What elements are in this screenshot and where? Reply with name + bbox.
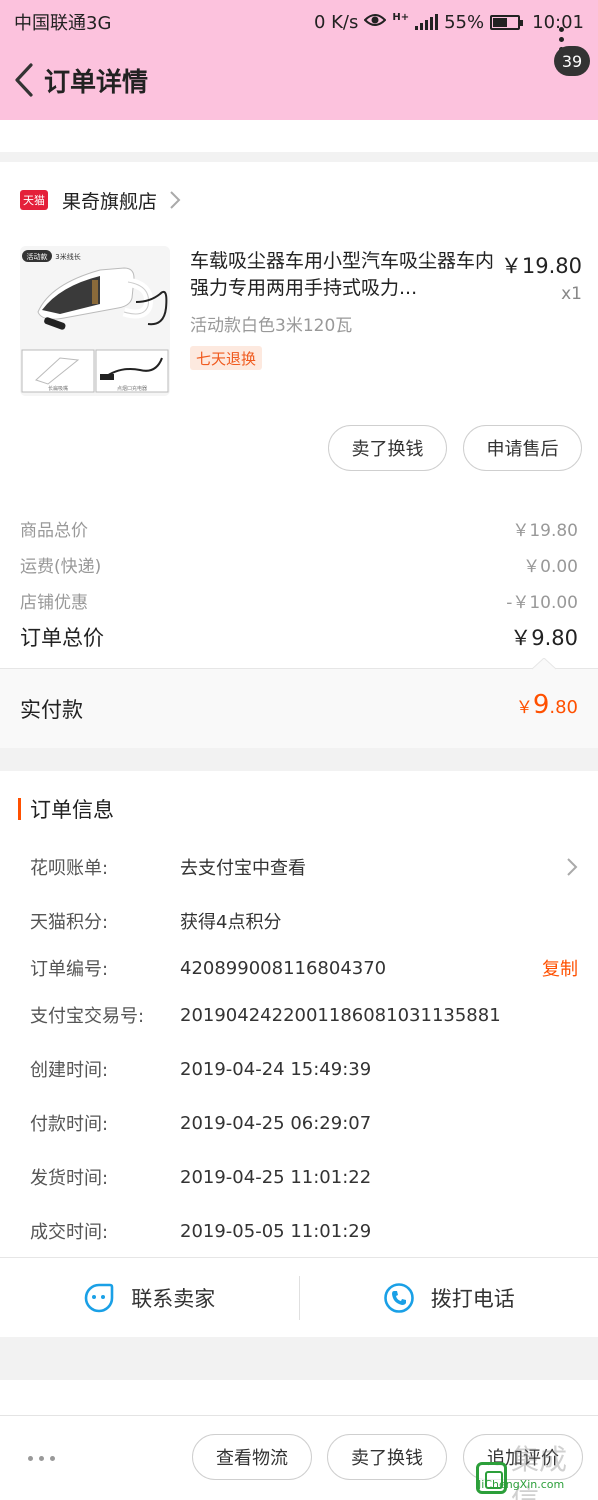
info-label: 付款时间: — [30, 1114, 109, 1135]
info-label: 创建时间: — [30, 1060, 109, 1081]
signal-icon — [415, 14, 439, 30]
shipping-value: ￥0.00 — [523, 557, 578, 577]
shop-name: 果奇旗舰店 — [62, 190, 158, 213]
paid-amount: ￥ 9 .80 — [516, 690, 578, 720]
paid-currency: ￥ — [515, 698, 533, 718]
tmall-logo: 天猫 — [20, 190, 48, 210]
order-number-value: 420899008116804370 — [180, 957, 387, 979]
sell-item-button[interactable]: 卖了换钱 — [328, 425, 447, 471]
huabei-row[interactable]: 花呗账单: 去支付宝中查看 — [30, 854, 578, 880]
nav-bar: 订单详情 — [0, 52, 598, 108]
status-bar: 中国联通3G 0 K/s H+ 55% 10:01 — [14, 8, 584, 36]
chevron-right-icon — [170, 191, 181, 209]
points-row: 天猫积分: 获得4点积分 — [30, 908, 578, 934]
bottom-sell-button[interactable]: 卖了换钱 — [327, 1434, 447, 1480]
discount-value: -￥10.00 — [506, 593, 578, 613]
paid-amount-band — [0, 668, 598, 748]
chat-icon — [84, 1283, 114, 1312]
product-name[interactable]: 车载吸尘器车用小型汽车吸尘器车内强力专用两用手持式吸力... — [190, 248, 495, 302]
accessory-2-label: 点烟口充电器 — [117, 385, 147, 392]
copy-button[interactable]: 复制 — [542, 955, 578, 981]
chevron-left-icon — [15, 63, 33, 97]
shipping-row: 运费(快递) ￥0.00 — [20, 552, 578, 577]
return-policy-tag: 七天退换 — [190, 346, 263, 370]
header-spacer — [0, 120, 598, 152]
battery-percent: 55% — [444, 11, 485, 33]
section-accent-bar — [18, 798, 21, 820]
call-phone-label: 拨打电话 — [430, 1286, 515, 1311]
discount-row: 店铺优惠 -￥10.00 — [20, 588, 578, 613]
goods-total-value: ￥19.80 — [512, 521, 578, 541]
goods-total-row: 商品总价 ￥19.80 — [20, 516, 578, 541]
back-button[interactable] — [4, 52, 44, 108]
info-value: 2019042422001186081031135881 — [180, 1004, 501, 1026]
order-total-value: ￥9.80 — [510, 626, 578, 650]
paid-decimal: .80 — [549, 697, 578, 718]
contact-seller-button[interactable]: 联系卖家 — [0, 1258, 299, 1338]
more-actions-icon[interactable] — [28, 1456, 55, 1461]
info-label: 发货时间: — [30, 1168, 109, 1189]
pointer-caret — [532, 658, 556, 670]
info-label: 订单编号: — [30, 959, 109, 980]
accessory-1-label: 长扁吸嘴 — [48, 385, 68, 392]
promo-label: 活动款 — [27, 252, 48, 261]
order-total-row: 订单总价 ￥9.80 — [20, 622, 578, 652]
alipay-trade-row: 支付宝交易号: 2019042422001186081031135881 — [30, 1002, 578, 1028]
shipping-label: 运费(快递) — [20, 557, 102, 577]
info-label: 天猫积分: — [30, 912, 109, 933]
shipped-time-row: 发货时间: 2019-04-25 11:01:22 — [30, 1164, 578, 1190]
network-type: H+ — [392, 11, 410, 23]
info-label: 花呗账单: — [30, 858, 109, 879]
network-speed: 0 K/s — [313, 11, 359, 33]
footer-spacer — [0, 1380, 598, 1415]
paid-time-row: 付款时间: 2019-04-25 06:29:07 — [30, 1110, 578, 1136]
paid-label: 实付款 — [20, 698, 83, 722]
created-time-row: 创建时间: 2019-04-24 15:49:39 — [30, 1056, 578, 1082]
paid-integer: 9 — [532, 690, 550, 720]
phone-icon — [383, 1282, 414, 1313]
contact-bar: 联系卖家 拨打电话 — [0, 1257, 598, 1337]
watermark-url: JiChengXin.com — [478, 1478, 565, 1491]
product-price: ￥19.80 — [500, 254, 582, 278]
info-label: 成交时间: — [30, 1222, 109, 1243]
order-info-heading: 订单信息 — [30, 798, 114, 822]
product-quantity: x1 — [561, 284, 582, 304]
carrier-label: 中国联通3G — [14, 13, 112, 34]
shop-link[interactable]: 天猫 果奇旗舰店 — [20, 185, 181, 215]
top-bar: 中国联通3G 0 K/s H+ 55% 10:01 订单详情 39 — [0, 0, 598, 120]
page-title: 订单详情 — [44, 67, 149, 98]
message-count-badge: 39 — [554, 46, 590, 76]
info-value: 获得4点积分 — [180, 912, 282, 933]
chevron-right-icon — [567, 858, 578, 876]
info-value: 2019-05-05 11:01:29 — [180, 1220, 372, 1242]
info-value: 2019-04-25 06:29:07 — [180, 1112, 372, 1134]
product-sku: 活动款白色3米120瓦 — [190, 316, 353, 336]
info-value: 去支付宝中查看 — [180, 858, 306, 879]
completed-time-row: 成交时间: 2019-05-05 11:01:29 — [30, 1218, 578, 1244]
discount-label: 店铺优惠 — [20, 593, 88, 613]
info-value: 2019-04-24 15:49:39 — [180, 1058, 372, 1080]
info-value: 2019-04-25 11:01:22 — [180, 1166, 372, 1188]
goods-total-label: 商品总价 — [20, 521, 88, 541]
eye-icon — [363, 12, 387, 33]
info-label: 支付宝交易号: — [30, 1006, 145, 1027]
after-sale-button[interactable]: 申请售后 — [463, 425, 582, 471]
view-logistics-button[interactable]: 查看物流 — [192, 1434, 312, 1480]
battery-icon — [490, 14, 524, 30]
order-info-title: 订单信息 — [18, 794, 114, 824]
order-total-label: 订单总价 — [20, 626, 104, 650]
contact-seller-label: 联系卖家 — [131, 1286, 216, 1311]
call-phone-button[interactable]: 拨打电话 — [300, 1258, 598, 1338]
site-watermark: 集成信 JiChengXin.com — [476, 1438, 592, 1500]
product-image[interactable]: 活动款 3米线长 长扁吸嘴 点烟口充电器 — [20, 246, 170, 396]
order-number-row: 订单编号: 420899008116804370 复制 — [30, 955, 578, 981]
cable-label: 3米线长 — [55, 252, 80, 261]
